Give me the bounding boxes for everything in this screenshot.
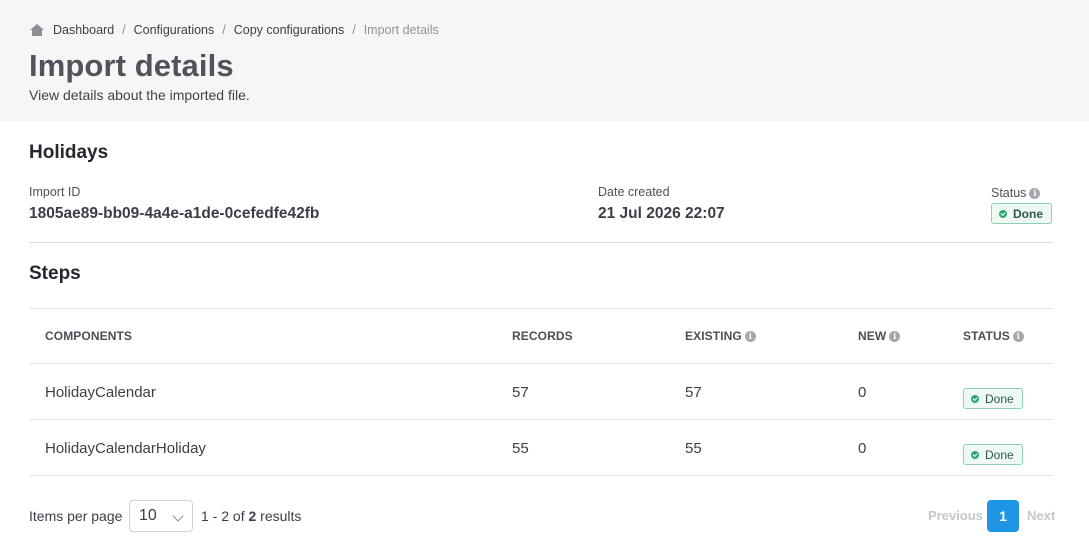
next-button[interactable]: Next [1027,508,1055,523]
previous-button[interactable]: Previous [928,508,983,523]
info-icon[interactable]: i [1029,187,1041,199]
status-badge-text: Done [1013,206,1043,221]
import-id-label: Import ID [29,185,81,199]
table-top-border [29,308,1053,309]
column-records: RECORDS [512,329,573,343]
column-existing-label: EXISTING [685,329,742,343]
page-title: Import details [29,48,234,83]
status-label-text: Status [991,186,1027,200]
column-records-label: RECORDS [512,329,573,343]
items-per-page-value: 10 [139,507,157,524]
results-suffix: results [260,508,302,524]
info-icon[interactable]: i [889,330,901,342]
column-status-label: STATUS [963,329,1010,343]
cell-records: 57 [512,384,529,401]
column-new-label: NEW [858,329,887,343]
items-per-page-label: Items per page [29,508,123,524]
page-1-button[interactable]: 1 [987,500,1019,532]
home-icon[interactable] [29,23,45,37]
import-title: Holidays [29,142,109,163]
column-status: STATUS i [963,329,1024,343]
import-id-value: 1805ae89-bb09-4a4e-a1de-0cefedfe42fb [29,205,320,222]
breadcrumb-current: Import details [363,23,439,37]
column-components: COMPONENTS [45,329,132,343]
cell-component: HolidayCalendarHoliday [45,440,206,457]
status-badge: Done [991,203,1052,224]
breadcrumb-separator: / [122,23,126,37]
info-icon[interactable]: i [1012,330,1024,342]
items-per-page-select[interactable]: 10 [129,500,193,532]
results-summary: 1 - 2 of 2 results [201,508,301,524]
column-new: NEW i [858,329,901,343]
chevron-down-icon [172,510,184,522]
column-components-label: COMPONENTS [45,329,133,343]
breadcrumb-separator: / [222,23,226,37]
breadcrumb-separator: / [352,23,356,37]
check-circle-icon [999,209,1007,218]
row-divider [29,363,1053,364]
status-label: Status i [991,186,1041,200]
breadcrumb: Dashboard / Configurations / Copy config… [29,21,439,39]
status-badge-text: Done [985,391,1014,406]
column-existing: EXISTING i [685,329,756,343]
steps-title: Steps [29,263,81,284]
breadcrumb-dashboard[interactable]: Dashboard [53,23,114,37]
cell-records: 55 [512,440,529,457]
cell-component: HolidayCalendar [45,384,156,401]
results-prefix: 1 - 2 of [201,508,245,524]
row-divider [29,475,1053,476]
check-circle-icon [971,450,979,459]
status-badge: Done [963,444,1023,465]
date-created-label: Date created [598,185,670,199]
breadcrumb-configurations[interactable]: Configurations [134,23,215,37]
cell-new: 0 [858,440,867,457]
section-divider [29,242,1053,243]
status-badge: Done [963,388,1023,409]
row-divider [29,419,1053,420]
page-subtitle: View details about the imported file. [29,87,250,103]
status-badge-text: Done [985,447,1014,462]
cell-existing: 57 [685,384,702,401]
breadcrumb-copy-configurations[interactable]: Copy configurations [234,23,344,37]
info-icon[interactable]: i [744,330,756,342]
page-header: Dashboard / Configurations / Copy config… [0,0,1089,121]
results-total: 2 [248,508,257,524]
date-created-value: 21 Jul 2026 22:07 [598,205,725,222]
check-circle-icon [971,394,979,403]
cell-existing: 55 [685,440,702,457]
cell-new: 0 [858,384,867,401]
